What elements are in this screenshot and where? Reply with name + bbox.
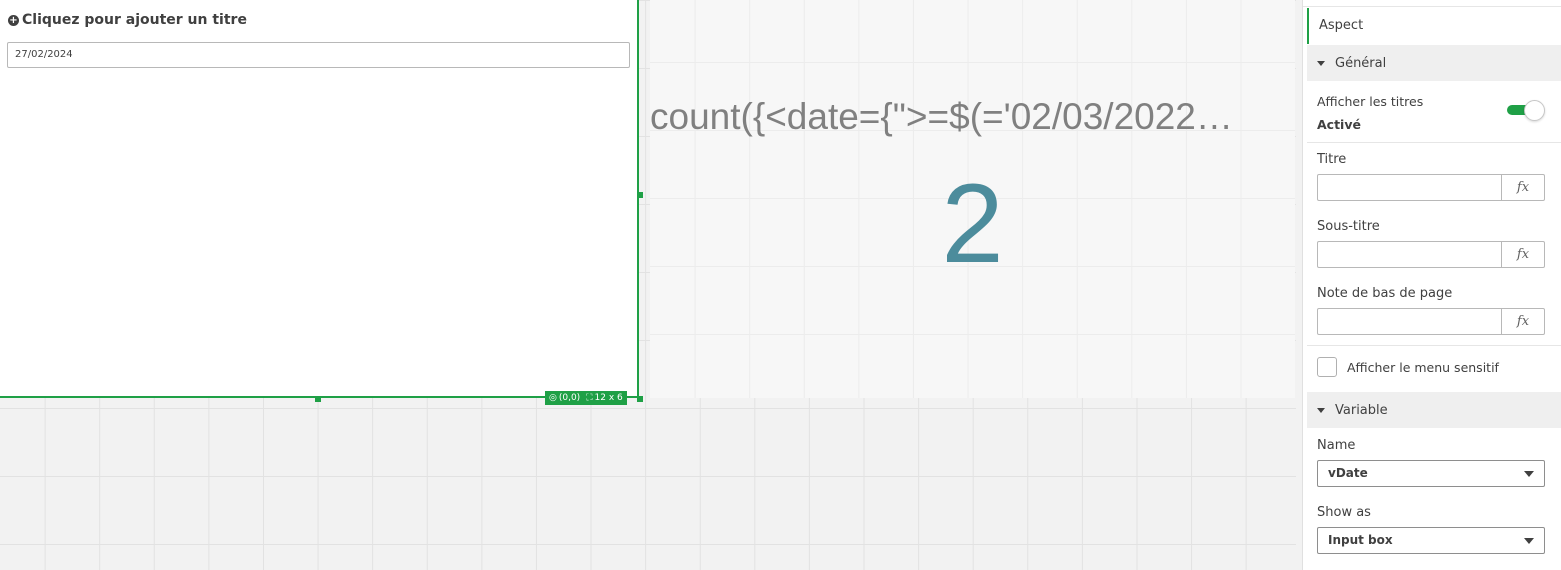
title-label: Titre [1317,152,1347,167]
variable-name-label: Name [1317,438,1356,453]
size-badge-text: 12 x 6 [594,393,623,403]
target-icon: ◎ [549,393,557,403]
show-titles-label: Afficher les titres [1317,94,1424,109]
hover-menu-label: Afficher le menu sensitif [1347,360,1499,375]
plus-circle-icon: + [8,14,19,26]
variable-name-value: vDate [1328,466,1368,480]
properties-panel: Aspect Général Afficher les titres Activ… [1302,0,1561,570]
footnote-input[interactable]: fx [1317,308,1545,335]
section-general-header[interactable]: Général [1307,45,1561,81]
divider [1307,345,1561,346]
position-size-badge: ◎ (0,0) ⛶ 12 x 6 [545,391,627,405]
title-input[interactable]: fx [1317,174,1545,201]
kpi-measure-label: count({<date={">=$(='02/03/2022… [650,96,1233,137]
show-titles-state: Activé [1317,117,1361,132]
resize-handle-right[interactable] [637,192,643,198]
show-as-select[interactable]: Input box [1317,527,1545,554]
hover-menu-checkbox[interactable] [1317,357,1337,377]
kpi-value: 2 [941,161,1004,286]
panel-divider [1303,6,1561,7]
show-as-label: Show as [1317,505,1371,520]
toggle-knob [1524,100,1545,121]
kpi-object[interactable]: count({<date={">=$(='02/03/2022… 2 [650,0,1295,398]
add-title-button[interactable]: + Cliquez pour ajouter un titre [8,12,247,28]
subtitle-input[interactable]: fx [1317,241,1545,268]
tab-aspect[interactable]: Aspect [1307,8,1558,44]
resize-handle-corner[interactable] [637,396,643,402]
resize-handle-bottom[interactable] [315,396,321,402]
triangle-down-icon [1317,60,1325,66]
position-badge-text: (0,0) [558,393,581,403]
fx-icon[interactable]: fx [1501,242,1544,267]
caret-down-icon [1524,538,1534,544]
section-general-label: Général [1335,55,1387,71]
divider [1307,142,1561,143]
footnote-label: Note de bas de page [1317,286,1453,301]
section-variable-label: Variable [1335,402,1388,418]
date-input-field[interactable]: 27/02/2024 [7,42,630,68]
triangle-down-icon [1317,407,1325,413]
fx-icon[interactable]: fx [1501,309,1544,334]
show-titles-toggle[interactable] [1507,100,1545,121]
fx-icon[interactable]: fx [1501,175,1544,200]
subtitle-label: Sous-titre [1317,219,1380,234]
variable-name-select[interactable]: vDate [1317,460,1545,487]
add-title-label: Cliquez pour ajouter un titre [22,12,247,28]
caret-down-icon [1524,471,1534,477]
resize-icon: ⛶ [586,393,593,403]
section-variable-header[interactable]: Variable [1307,392,1561,428]
show-as-value: Input box [1328,533,1393,547]
variable-input-object[interactable]: + Cliquez pour ajouter un titre 27/02/20… [0,0,639,398]
